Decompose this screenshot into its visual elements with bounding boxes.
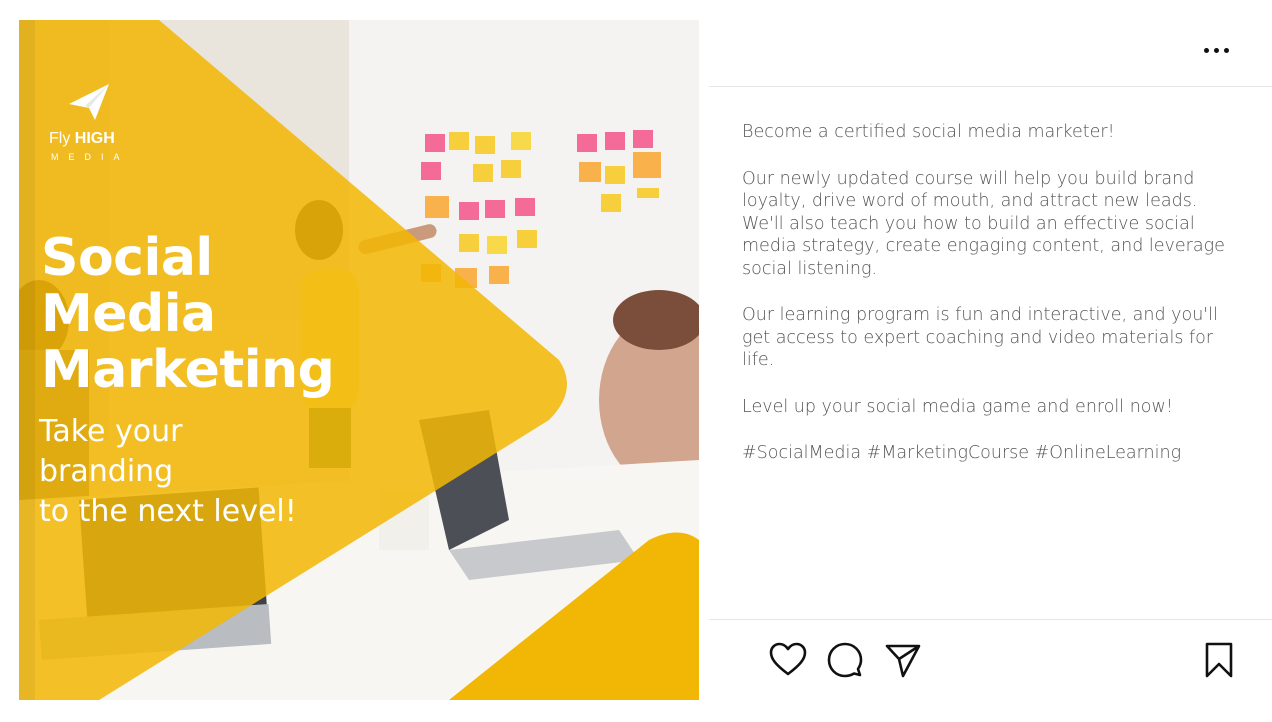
caption-paragraph: Become a certified social media marketer… <box>742 122 1115 142</box>
tagline: Take your branding to the next level! <box>39 412 297 532</box>
brand-name: Fly HIGH <box>49 130 115 147</box>
tagline-line: branding <box>39 454 174 489</box>
headline-line: Social <box>41 228 213 288</box>
post-caption: Become a certified social media marketer… <box>742 121 1242 489</box>
heart-icon[interactable] <box>768 640 808 680</box>
headline-line: Media <box>41 284 216 344</box>
more-options-icon[interactable] <box>1200 40 1232 60</box>
action-bar <box>709 640 1272 684</box>
tagline-line: to the next level! <box>39 494 297 529</box>
caption-paragraph: Our learning program is fun and interact… <box>742 305 1218 370</box>
post-image: Fly HIGH MEDIA Social Media Marketing Ta… <box>19 20 699 700</box>
tagline-line: Take your <box>39 414 183 449</box>
divider <box>709 86 1272 87</box>
hashtags[interactable]: #SocialMedia #MarketingCourse #OnlineLea… <box>742 442 1242 465</box>
headline: Social Media Marketing <box>41 228 335 400</box>
paper-plane-icon <box>69 84 109 120</box>
send-icon[interactable] <box>883 640 923 680</box>
brand-subtitle: MEDIA <box>51 152 130 162</box>
caption-panel: Become a certified social media marketer… <box>709 20 1272 700</box>
divider <box>709 619 1272 620</box>
caption-paragraph: Our newly updated course will help you b… <box>742 168 1225 279</box>
bookmark-icon[interactable] <box>1199 640 1239 680</box>
comment-icon[interactable] <box>825 640 865 680</box>
headline-line: Marketing <box>41 340 335 400</box>
caption-paragraph: Level up your social media game and enro… <box>742 396 1173 417</box>
